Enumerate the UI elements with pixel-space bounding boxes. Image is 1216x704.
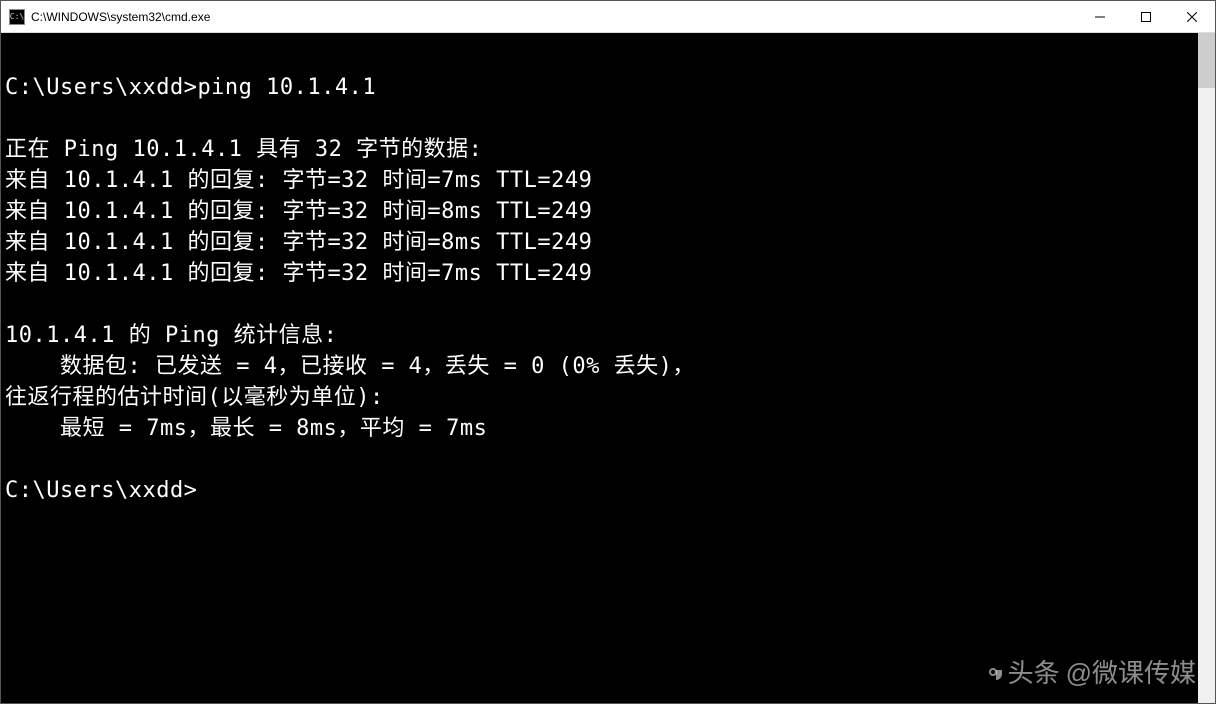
maximize-icon <box>1141 12 1151 22</box>
terminal-output[interactable]: C:\Users\xxdd>ping 10.1.4.1 正在 Ping 10.1… <box>1 33 1198 703</box>
cmd-window: C:\ C:\WINDOWS\system32\cmd.exe C:\Users… <box>0 0 1216 704</box>
terminal-wrap: C:\Users\xxdd>ping 10.1.4.1 正在 Ping 10.1… <box>1 33 1215 703</box>
ping-header: 正在 Ping 10.1.4.1 具有 32 字节的数据: <box>5 137 482 162</box>
ping-reply: 来自 10.1.4.1 的回复: 字节=32 时间=8ms TTL=249 <box>5 230 592 255</box>
close-button[interactable] <box>1169 1 1215 32</box>
titlebar[interactable]: C:\ C:\WINDOWS\system32\cmd.exe <box>1 1 1215 33</box>
stats-header: 10.1.4.1 的 Ping 统计信息: <box>5 323 337 348</box>
close-icon <box>1187 12 1197 22</box>
cmd-icon: C:\ <box>9 9 25 25</box>
packets-line: 数据包: 已发送 = 4，已接收 = 4，丢失 = 0 (0% 丢失)， <box>5 354 695 379</box>
rtt-line: 最短 = 7ms，最长 = 8ms，平均 = 7ms <box>5 416 487 441</box>
window-title: C:\WINDOWS\system32\cmd.exe <box>31 10 1077 24</box>
maximize-button[interactable] <box>1123 1 1169 32</box>
prompt-line: C:\Users\xxdd> <box>5 478 197 503</box>
window-controls <box>1077 1 1215 32</box>
vertical-scrollbar[interactable] <box>1198 33 1215 703</box>
ping-reply: 来自 10.1.4.1 的回复: 字节=32 时间=7ms TTL=249 <box>5 168 592 193</box>
minimize-button[interactable] <box>1077 1 1123 32</box>
scrollbar-thumb[interactable] <box>1198 33 1215 88</box>
ping-reply: 来自 10.1.4.1 的回复: 字节=32 时间=8ms TTL=249 <box>5 199 592 224</box>
ping-reply: 来自 10.1.4.1 的回复: 字节=32 时间=7ms TTL=249 <box>5 261 592 286</box>
prompt-line: C:\Users\xxdd>ping 10.1.4.1 <box>5 75 376 100</box>
minimize-icon <box>1095 12 1105 22</box>
rtt-header: 往返行程的估计时间(以毫秒为单位): <box>5 385 384 410</box>
